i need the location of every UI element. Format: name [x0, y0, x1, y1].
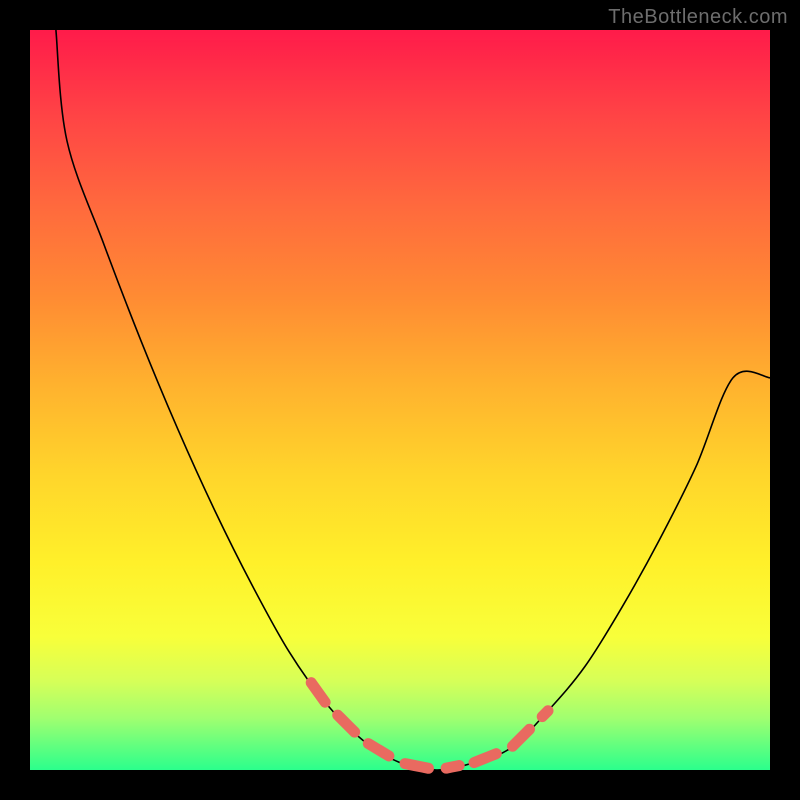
- watermark-text: TheBottleneck.com: [608, 6, 788, 29]
- highlight-left-dashes: [311, 683, 459, 770]
- bottleneck-curve: [56, 30, 770, 770]
- highlight-right-dashes: [474, 711, 548, 763]
- outer-frame: TheBottleneck.com: [0, 0, 800, 800]
- curve-svg: [30, 30, 770, 770]
- plot-area: [30, 30, 770, 770]
